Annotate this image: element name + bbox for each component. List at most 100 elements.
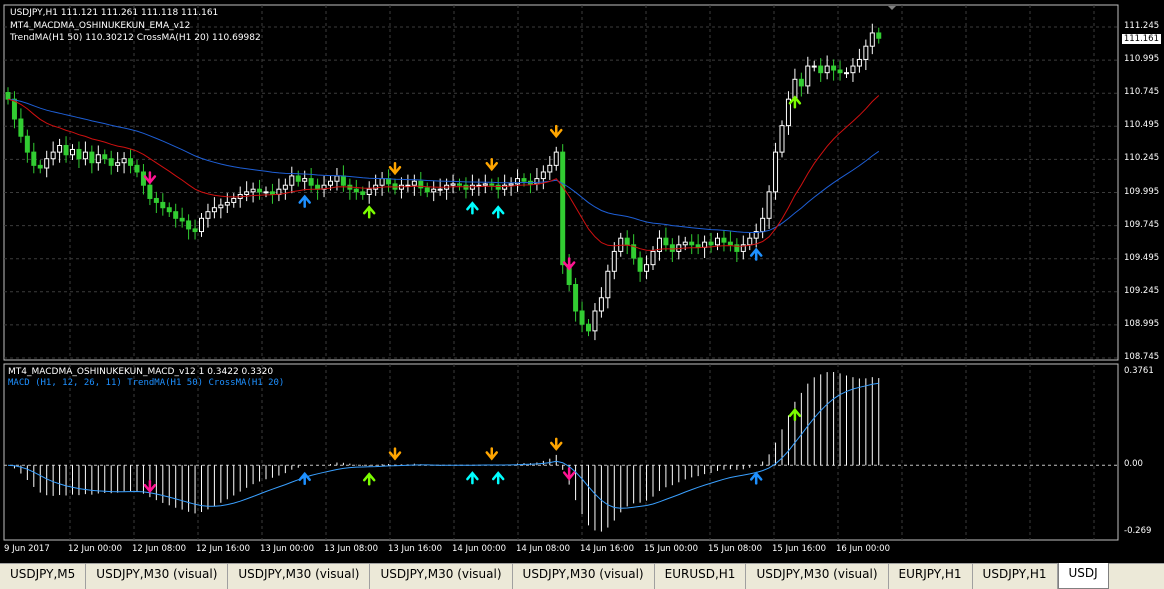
candle-body <box>302 178 308 182</box>
candle-body <box>218 204 224 209</box>
candle-body <box>24 135 30 153</box>
candle-body <box>360 191 366 195</box>
scroll-marker-icon <box>888 6 896 10</box>
candle-body <box>715 237 720 246</box>
candle-body <box>766 191 772 219</box>
candle-body <box>173 211 179 219</box>
candle-body <box>211 207 217 213</box>
candle-body <box>644 264 650 272</box>
candle-body <box>811 65 817 68</box>
candle-body <box>44 158 50 169</box>
candle-body <box>37 164 43 169</box>
candle-body <box>560 151 566 266</box>
candle-body <box>863 45 869 60</box>
main-indicator-name: MT4_MACDMA_OSHINUKEKUN_EMA_v12 <box>10 21 191 31</box>
time-tick-label: 13 Jun 00:00 <box>260 544 314 554</box>
time-tick-label: 14 Jun 16:00 <box>580 544 634 554</box>
buy-arrow-icon <box>491 205 505 219</box>
buy-arrow-icon <box>298 194 311 208</box>
candle-body <box>76 148 82 160</box>
candle-body <box>147 184 153 199</box>
candle-body <box>5 92 11 100</box>
candle-body <box>624 237 630 246</box>
sell-arrow-icon <box>143 171 157 185</box>
chart-canvas[interactable] <box>0 0 1164 563</box>
candle-body <box>605 270 611 299</box>
candle-body <box>598 297 604 312</box>
candle-body <box>637 257 643 272</box>
candle-body <box>611 250 617 272</box>
price-tick-label: 109.745 <box>1124 219 1160 230</box>
candle-body <box>315 184 321 190</box>
time-tick-label: 16 Jun 00:00 <box>836 544 890 554</box>
candle-body <box>534 178 540 185</box>
candle-body <box>508 183 514 186</box>
candle-body <box>366 188 372 195</box>
candle-body <box>805 65 811 87</box>
candle-body <box>57 144 63 153</box>
candle-body <box>869 32 875 47</box>
candle-body <box>495 184 501 190</box>
candle-body <box>328 180 333 186</box>
chart-tab[interactable]: USDJPY,M30 (visual) <box>86 564 229 589</box>
sell-arrow-icon <box>143 479 157 494</box>
candle-body <box>876 32 882 39</box>
candle-body <box>437 188 443 191</box>
candle-body <box>140 171 146 186</box>
candle-body <box>760 217 766 233</box>
time-tick-label: 15 Jun 08:00 <box>708 544 762 554</box>
sell-arrow-icon <box>485 157 498 172</box>
candle-body <box>186 220 192 230</box>
chart-tab[interactable]: USDJPY,M30 (visual) <box>513 564 655 589</box>
candle-body <box>650 250 656 266</box>
candle-body <box>573 284 579 312</box>
candle-body <box>379 178 385 186</box>
sell-arrow-icon <box>388 161 402 176</box>
chart-tab[interactable]: EURJPY,H1 <box>889 564 973 589</box>
candle-body <box>289 175 295 186</box>
candle-body <box>457 183 462 186</box>
candle-body <box>850 65 856 74</box>
chart-tab[interactable]: USDJPY,M5 <box>0 564 87 589</box>
candle-body <box>411 180 417 186</box>
chart-tab[interactable]: USDJPY,M30 (visual) <box>370 564 513 589</box>
candle-body <box>482 183 488 186</box>
cross-ma-line <box>7 95 880 251</box>
chart-tab[interactable]: USDJPY,M30 (visual) <box>228 564 371 589</box>
current-price-label: 111.161 <box>1121 34 1161 44</box>
macd-params: MACD (H1, 12, 26, 11) TrendMA(H1 50) Cro… <box>8 378 285 388</box>
candle-body <box>689 241 695 246</box>
candle-body <box>386 178 392 185</box>
chart-tab[interactable]: EURUSD,H1 <box>655 564 747 589</box>
candle-body <box>747 237 753 246</box>
time-tick-label: 12 Jun 08:00 <box>132 544 186 554</box>
time-tick-label: 15 Jun 00:00 <box>644 544 698 554</box>
price-tick-label: 109.245 <box>1124 285 1160 296</box>
sell-arrow-icon <box>550 437 563 451</box>
chart-tab[interactable]: USDJPY,M30 (visual) <box>746 564 889 589</box>
sell-arrow-icon <box>388 447 402 461</box>
time-tick-label: 12 Jun 16:00 <box>196 544 250 554</box>
candle-body <box>424 187 430 193</box>
time-tick-label: 12 Jun 00:00 <box>68 544 122 554</box>
chart-tab[interactable]: USDJPY,H1 <box>973 564 1058 589</box>
buy-arrow-icon <box>788 407 802 422</box>
chart-tab[interactable]: USDJ <box>1057 563 1109 589</box>
candle-body <box>553 151 559 166</box>
buy-arrow-icon <box>749 247 763 261</box>
candle-body <box>295 175 301 182</box>
chart-window[interactable] <box>0 0 1164 563</box>
candle-body <box>540 171 546 180</box>
candle-body <box>224 201 230 206</box>
candle-body <box>89 151 95 164</box>
sub-indicator-name: MT4_MACDMA_OSHINUKEKUN_MACD_v12 1 0.3422… <box>8 367 274 377</box>
buy-arrow-icon <box>362 205 376 219</box>
candle-body <box>134 164 140 173</box>
candle-body <box>82 151 88 160</box>
candle-body <box>160 201 166 209</box>
candle-body <box>663 237 669 246</box>
candle-body <box>669 244 675 252</box>
candle-body <box>431 188 437 193</box>
price-tick-label: 110.495 <box>1124 120 1160 131</box>
buy-arrow-icon <box>491 471 505 485</box>
